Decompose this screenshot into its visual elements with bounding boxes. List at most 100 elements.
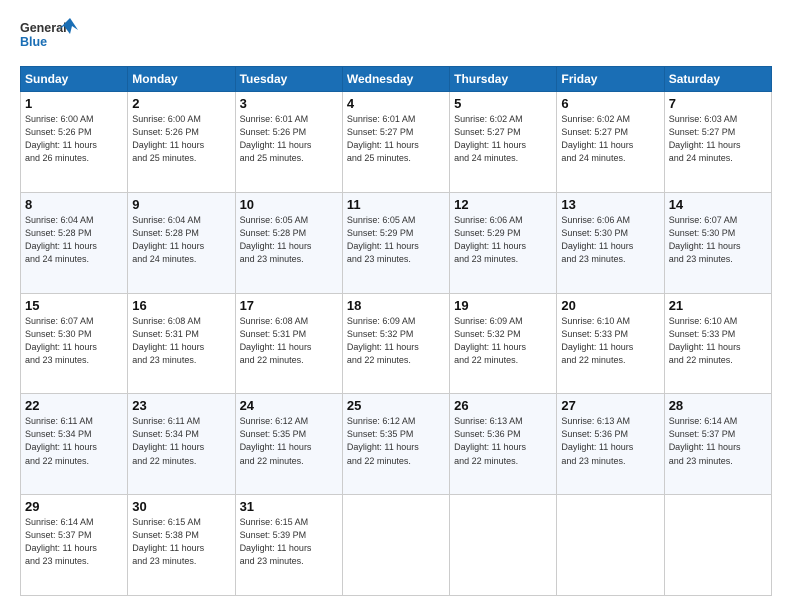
calendar-cell: 13Sunrise: 6:06 AM Sunset: 5:30 PM Dayli… [557,192,664,293]
day-number: 31 [240,499,338,514]
calendar-cell: 16 Sunrise: 6:08 AM Sunset: 5:31 PM Dayli… [128,293,235,394]
calendar-cell [342,495,449,596]
day-number: 16 [132,298,230,313]
day-number: 14 [669,197,767,212]
header: General Blue [20,16,772,56]
calendar-week-row: 15 Sunrise: 6:07 AM Sunset: 5:30 PM Dayli… [21,293,772,394]
calendar-cell: 14 Sunrise: 6:07 AM Sunset: 5:30 PM Dayli… [664,192,771,293]
calendar-cell: 3Sunrise: 6:01 AM Sunset: 5:26 PM Daylig… [235,92,342,193]
day-number: 7 [669,96,767,111]
page: General Blue SundayMondayTuesdayWednesda… [0,0,792,612]
day-number: 26 [454,398,552,413]
logo-svg: General Blue [20,16,80,56]
calendar-cell [557,495,664,596]
svg-text:General: General [20,21,67,35]
day-number: 3 [240,96,338,111]
calendar-table: SundayMondayTuesdayWednesdayThursdayFrid… [20,66,772,596]
calendar-cell [450,495,557,596]
calendar-cell: 31 Sunrise: 6:15 AM Sunset: 5:39 PM Dayli… [235,495,342,596]
calendar-cell: 28 Sunrise: 6:14 AM Sunset: 5:37 PM Dayli… [664,394,771,495]
day-info: Sunrise: 6:11 AM Sunset: 5:34 PM Dayligh… [132,415,230,467]
day-number: 30 [132,499,230,514]
calendar-cell: 24Sunrise: 6:12 AM Sunset: 5:35 PM Dayli… [235,394,342,495]
day-info: Sunrise: 6:14 AM Sunset: 5:37 PM Dayligh… [25,516,123,568]
calendar-cell: 30 Sunrise: 6:15 AM Sunset: 5:38 PM Dayli… [128,495,235,596]
day-number: 23 [132,398,230,413]
day-info: Sunrise: 6:05 AM Sunset: 5:28 PM Dayligh… [240,214,338,266]
calendar-cell: 18 Sunrise: 6:09 AM Sunset: 5:32 PM Dayli… [342,293,449,394]
day-number: 2 [132,96,230,111]
svg-text:Blue: Blue [20,35,47,49]
calendar-header-tuesday: Tuesday [235,67,342,92]
calendar-cell: 29 Sunrise: 6:14 AM Sunset: 5:37 PM Dayli… [21,495,128,596]
day-info: Sunrise: 6:02 AM Sunset: 5:27 PM Dayligh… [561,113,659,165]
day-number: 21 [669,298,767,313]
calendar-cell: 11 Sunrise: 6:05 AM Sunset: 5:29 PM Dayli… [342,192,449,293]
day-number: 11 [347,197,445,212]
calendar-header-wednesday: Wednesday [342,67,449,92]
day-info: Sunrise: 6:14 AM Sunset: 5:37 PM Dayligh… [669,415,767,467]
day-number: 22 [25,398,123,413]
day-info: Sunrise: 6:04 AM Sunset: 5:28 PM Dayligh… [132,214,230,266]
day-number: 28 [669,398,767,413]
calendar-cell: 26Sunrise: 6:13 AM Sunset: 5:36 PM Dayli… [450,394,557,495]
day-info: Sunrise: 6:03 AM Sunset: 5:27 PM Dayligh… [669,113,767,165]
day-info: Sunrise: 6:07 AM Sunset: 5:30 PM Dayligh… [25,315,123,367]
day-info: Sunrise: 6:04 AM Sunset: 5:28 PM Dayligh… [25,214,123,266]
calendar-cell: 10 Sunrise: 6:05 AM Sunset: 5:28 PM Dayli… [235,192,342,293]
day-number: 29 [25,499,123,514]
day-number: 25 [347,398,445,413]
day-number: 10 [240,197,338,212]
day-number: 5 [454,96,552,111]
calendar-cell: 4 Sunrise: 6:01 AM Sunset: 5:27 PM Daylig… [342,92,449,193]
calendar-cell: 2Sunrise: 6:00 AM Sunset: 5:26 PM Daylig… [128,92,235,193]
day-info: Sunrise: 6:10 AM Sunset: 5:33 PM Dayligh… [669,315,767,367]
calendar-header-monday: Monday [128,67,235,92]
calendar-cell: 21 Sunrise: 6:10 AM Sunset: 5:33 PM Dayli… [664,293,771,394]
day-info: Sunrise: 6:15 AM Sunset: 5:38 PM Dayligh… [132,516,230,568]
calendar-header-row: SundayMondayTuesdayWednesdayThursdayFrid… [21,67,772,92]
calendar-header-sunday: Sunday [21,67,128,92]
day-number: 1 [25,96,123,111]
day-info: Sunrise: 6:00 AM Sunset: 5:26 PM Dayligh… [25,113,123,165]
day-number: 4 [347,96,445,111]
day-number: 18 [347,298,445,313]
day-info: Sunrise: 6:07 AM Sunset: 5:30 PM Dayligh… [669,214,767,266]
day-info: Sunrise: 6:05 AM Sunset: 5:29 PM Dayligh… [347,214,445,266]
day-info: Sunrise: 6:09 AM Sunset: 5:32 PM Dayligh… [454,315,552,367]
day-number: 15 [25,298,123,313]
day-number: 9 [132,197,230,212]
calendar-cell [664,495,771,596]
day-info: Sunrise: 6:08 AM Sunset: 5:31 PM Dayligh… [240,315,338,367]
calendar-cell: 19Sunrise: 6:09 AM Sunset: 5:32 PM Dayli… [450,293,557,394]
calendar-week-row: 8 Sunrise: 6:04 AM Sunset: 5:28 PM Daylig… [21,192,772,293]
day-info: Sunrise: 6:09 AM Sunset: 5:32 PM Dayligh… [347,315,445,367]
calendar-week-row: 29 Sunrise: 6:14 AM Sunset: 5:37 PM Dayli… [21,495,772,596]
calendar-cell: 25 Sunrise: 6:12 AM Sunset: 5:35 PM Dayli… [342,394,449,495]
day-number: 17 [240,298,338,313]
calendar-cell: 5 Sunrise: 6:02 AM Sunset: 5:27 PM Daylig… [450,92,557,193]
day-number: 12 [454,197,552,212]
calendar-cell: 12Sunrise: 6:06 AM Sunset: 5:29 PM Dayli… [450,192,557,293]
day-info: Sunrise: 6:13 AM Sunset: 5:36 PM Dayligh… [561,415,659,467]
day-info: Sunrise: 6:12 AM Sunset: 5:35 PM Dayligh… [240,415,338,467]
calendar-cell: 23 Sunrise: 6:11 AM Sunset: 5:34 PM Dayli… [128,394,235,495]
calendar-cell: 6 Sunrise: 6:02 AM Sunset: 5:27 PM Daylig… [557,92,664,193]
day-number: 6 [561,96,659,111]
calendar-header-friday: Friday [557,67,664,92]
day-info: Sunrise: 6:08 AM Sunset: 5:31 PM Dayligh… [132,315,230,367]
day-number: 27 [561,398,659,413]
day-number: 20 [561,298,659,313]
day-info: Sunrise: 6:10 AM Sunset: 5:33 PM Dayligh… [561,315,659,367]
calendar-cell: 9 Sunrise: 6:04 AM Sunset: 5:28 PM Daylig… [128,192,235,293]
day-number: 8 [25,197,123,212]
calendar-week-row: 1 Sunrise: 6:00 AM Sunset: 5:26 PM Daylig… [21,92,772,193]
calendar-header-saturday: Saturday [664,67,771,92]
day-info: Sunrise: 6:02 AM Sunset: 5:27 PM Dayligh… [454,113,552,165]
day-info: Sunrise: 6:11 AM Sunset: 5:34 PM Dayligh… [25,415,123,467]
calendar-cell: 17 Sunrise: 6:08 AM Sunset: 5:31 PM Dayli… [235,293,342,394]
day-info: Sunrise: 6:12 AM Sunset: 5:35 PM Dayligh… [347,415,445,467]
day-info: Sunrise: 6:06 AM Sunset: 5:30 PM Dayligh… [561,214,659,266]
day-info: Sunrise: 6:01 AM Sunset: 5:27 PM Dayligh… [347,113,445,165]
day-info: Sunrise: 6:15 AM Sunset: 5:39 PM Dayligh… [240,516,338,568]
